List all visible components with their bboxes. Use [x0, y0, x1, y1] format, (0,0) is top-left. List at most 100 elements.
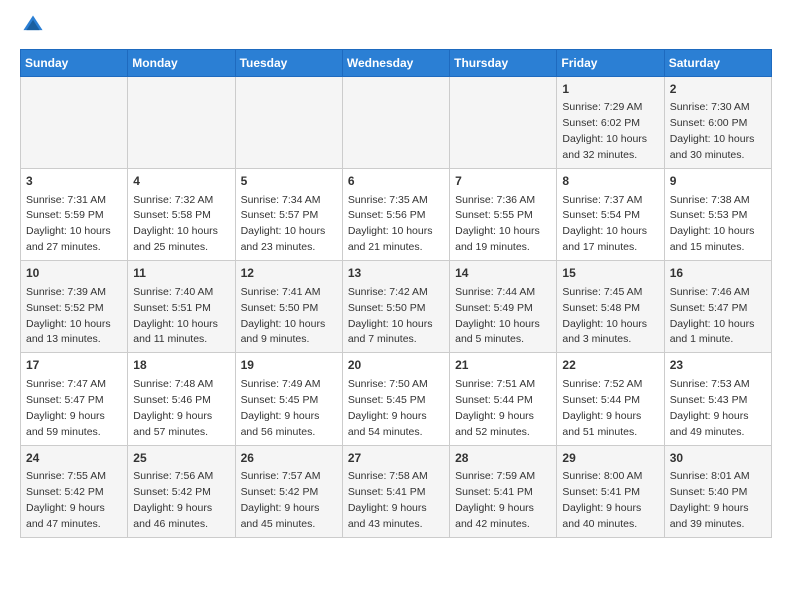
calendar-cell — [235, 77, 342, 169]
day-info: Sunrise: 7:58 AMSunset: 5:41 PMDaylight:… — [348, 470, 428, 530]
day-number: 27 — [348, 450, 444, 467]
day-number: 2 — [670, 81, 766, 98]
day-info: Sunrise: 7:51 AMSunset: 5:44 PMDaylight:… — [455, 378, 535, 438]
weekday-header-tuesday: Tuesday — [235, 50, 342, 77]
calendar-cell: 7 Sunrise: 7:36 AMSunset: 5:55 PMDaylight… — [450, 169, 557, 261]
day-number: 30 — [670, 450, 766, 467]
calendar-cell: 24 Sunrise: 7:55 AMSunset: 5:42 PMDayligh… — [21, 445, 128, 537]
day-info: Sunrise: 8:01 AMSunset: 5:40 PMDaylight:… — [670, 470, 750, 530]
calendar-week-4: 17 Sunrise: 7:47 AMSunset: 5:47 PMDayligh… — [21, 353, 772, 445]
calendar-cell: 20Sunrise: 7:50 AMSunset: 5:45 PMDayligh… — [342, 353, 449, 445]
calendar-cell: 29Sunrise: 8:00 AMSunset: 5:41 PMDayligh… — [557, 445, 664, 537]
day-info: Sunrise: 7:39 AMSunset: 5:52 PMDaylight:… — [26, 286, 111, 346]
calendar-week-1: 1Sunrise: 7:29 AMSunset: 6:02 PMDaylight… — [21, 77, 772, 169]
day-info: Sunrise: 7:56 AMSunset: 5:42 PMDaylight:… — [133, 470, 213, 530]
calendar-cell: 5 Sunrise: 7:34 AMSunset: 5:57 PMDaylight… — [235, 169, 342, 261]
calendar-cell: 19 Sunrise: 7:49 AMSunset: 5:45 PMDayligh… — [235, 353, 342, 445]
calendar-cell: 10 Sunrise: 7:39 AMSunset: 5:52 PMDayligh… — [21, 261, 128, 353]
calendar-cell: 4 Sunrise: 7:32 AMSunset: 5:58 PMDaylight… — [128, 169, 235, 261]
day-info: Sunrise: 7:59 AMSunset: 5:41 PMDaylight:… — [455, 470, 535, 530]
calendar-week-3: 10 Sunrise: 7:39 AMSunset: 5:52 PMDayligh… — [21, 261, 772, 353]
day-info: Sunrise: 7:30 AMSunset: 6:00 PMDaylight:… — [670, 101, 755, 161]
calendar-cell: 28 Sunrise: 7:59 AMSunset: 5:41 PMDayligh… — [450, 445, 557, 537]
calendar-cell: 14 Sunrise: 7:44 AMSunset: 5:49 PMDayligh… — [450, 261, 557, 353]
day-info: Sunrise: 7:36 AMSunset: 5:55 PMDaylight:… — [455, 194, 540, 254]
calendar-cell: 15Sunrise: 7:45 AMSunset: 5:48 PMDayligh… — [557, 261, 664, 353]
day-number: 13 — [348, 265, 444, 282]
day-number: 6 — [348, 173, 444, 190]
calendar-cell: 6 Sunrise: 7:35 AMSunset: 5:56 PMDaylight… — [342, 169, 449, 261]
day-info: Sunrise: 7:49 AMSunset: 5:45 PMDaylight:… — [241, 378, 321, 438]
weekday-header-saturday: Saturday — [664, 50, 771, 77]
day-info: Sunrise: 7:53 AMSunset: 5:43 PMDaylight:… — [670, 378, 750, 438]
day-info: Sunrise: 7:50 AMSunset: 5:45 PMDaylight:… — [348, 378, 428, 438]
day-info: Sunrise: 7:57 AMSunset: 5:42 PMDaylight:… — [241, 470, 321, 530]
day-number: 10 — [26, 265, 122, 282]
day-number: 16 — [670, 265, 766, 282]
page: SundayMondayTuesdayWednesdayThursdayFrid… — [0, 0, 792, 554]
weekday-header-monday: Monday — [128, 50, 235, 77]
calendar-cell: 8 Sunrise: 7:37 AMSunset: 5:54 PMDaylight… — [557, 169, 664, 261]
calendar-cell: 26 Sunrise: 7:57 AMSunset: 5:42 PMDayligh… — [235, 445, 342, 537]
day-number: 9 — [670, 173, 766, 190]
day-info: Sunrise: 7:32 AMSunset: 5:58 PMDaylight:… — [133, 194, 218, 254]
day-number: 22 — [562, 357, 658, 374]
day-number: 24 — [26, 450, 122, 467]
calendar-cell: 3 Sunrise: 7:31 AMSunset: 5:59 PMDaylight… — [21, 169, 128, 261]
calendar-header-row: SundayMondayTuesdayWednesdayThursdayFrid… — [21, 50, 772, 77]
calendar-cell: 25 Sunrise: 7:56 AMSunset: 5:42 PMDayligh… — [128, 445, 235, 537]
calendar-cell: 9 Sunrise: 7:38 AMSunset: 5:53 PMDaylight… — [664, 169, 771, 261]
day-number: 14 — [455, 265, 551, 282]
day-info: Sunrise: 7:52 AMSunset: 5:44 PMDaylight:… — [562, 378, 642, 438]
day-info: Sunrise: 7:34 AMSunset: 5:57 PMDaylight:… — [241, 194, 326, 254]
day-number: 12 — [241, 265, 337, 282]
day-number: 18 — [133, 357, 229, 374]
calendar-cell: 17 Sunrise: 7:47 AMSunset: 5:47 PMDayligh… — [21, 353, 128, 445]
calendar-week-2: 3 Sunrise: 7:31 AMSunset: 5:59 PMDaylight… — [21, 169, 772, 261]
day-info: Sunrise: 7:55 AMSunset: 5:42 PMDaylight:… — [26, 470, 106, 530]
day-info: Sunrise: 7:47 AMSunset: 5:47 PMDaylight:… — [26, 378, 106, 438]
calendar-cell: 23 Sunrise: 7:53 AMSunset: 5:43 PMDayligh… — [664, 353, 771, 445]
day-number: 19 — [241, 357, 337, 374]
logo — [20, 16, 44, 41]
day-info: Sunrise: 7:40 AMSunset: 5:51 PMDaylight:… — [133, 286, 218, 346]
calendar-cell: 30 Sunrise: 8:01 AMSunset: 5:40 PMDayligh… — [664, 445, 771, 537]
calendar-week-5: 24 Sunrise: 7:55 AMSunset: 5:42 PMDayligh… — [21, 445, 772, 537]
calendar-cell: 21Sunrise: 7:51 AMSunset: 5:44 PMDayligh… — [450, 353, 557, 445]
day-number: 8 — [562, 173, 658, 190]
day-number: 15 — [562, 265, 658, 282]
day-info: Sunrise: 7:37 AMSunset: 5:54 PMDaylight:… — [562, 194, 647, 254]
weekday-header-wednesday: Wednesday — [342, 50, 449, 77]
header — [20, 16, 772, 41]
calendar-cell — [342, 77, 449, 169]
day-info: Sunrise: 8:00 AMSunset: 5:41 PMDaylight:… — [562, 470, 642, 530]
weekday-header-sunday: Sunday — [21, 50, 128, 77]
calendar-cell — [450, 77, 557, 169]
day-number: 5 — [241, 173, 337, 190]
calendar-cell: 12 Sunrise: 7:41 AMSunset: 5:50 PMDayligh… — [235, 261, 342, 353]
day-info: Sunrise: 7:31 AMSunset: 5:59 PMDaylight:… — [26, 194, 111, 254]
calendar-cell — [128, 77, 235, 169]
calendar-cell: 2 Sunrise: 7:30 AMSunset: 6:00 PMDaylight… — [664, 77, 771, 169]
day-number: 28 — [455, 450, 551, 467]
day-info: Sunrise: 7:46 AMSunset: 5:47 PMDaylight:… — [670, 286, 755, 346]
day-number: 26 — [241, 450, 337, 467]
day-number: 25 — [133, 450, 229, 467]
day-info: Sunrise: 7:35 AMSunset: 5:56 PMDaylight:… — [348, 194, 433, 254]
day-number: 3 — [26, 173, 122, 190]
calendar-cell: 16 Sunrise: 7:46 AMSunset: 5:47 PMDayligh… — [664, 261, 771, 353]
day-number: 1 — [562, 81, 658, 98]
calendar-cell — [21, 77, 128, 169]
day-number: 17 — [26, 357, 122, 374]
day-info: Sunrise: 7:42 AMSunset: 5:50 PMDaylight:… — [348, 286, 433, 346]
day-info: Sunrise: 7:38 AMSunset: 5:53 PMDaylight:… — [670, 194, 755, 254]
calendar-cell: 11Sunrise: 7:40 AMSunset: 5:51 PMDayligh… — [128, 261, 235, 353]
day-info: Sunrise: 7:41 AMSunset: 5:50 PMDaylight:… — [241, 286, 326, 346]
day-info: Sunrise: 7:44 AMSunset: 5:49 PMDaylight:… — [455, 286, 540, 346]
calendar-cell: 27 Sunrise: 7:58 AMSunset: 5:41 PMDayligh… — [342, 445, 449, 537]
weekday-header-thursday: Thursday — [450, 50, 557, 77]
day-number: 4 — [133, 173, 229, 190]
weekday-header-friday: Friday — [557, 50, 664, 77]
day-number: 7 — [455, 173, 551, 190]
day-number: 23 — [670, 357, 766, 374]
